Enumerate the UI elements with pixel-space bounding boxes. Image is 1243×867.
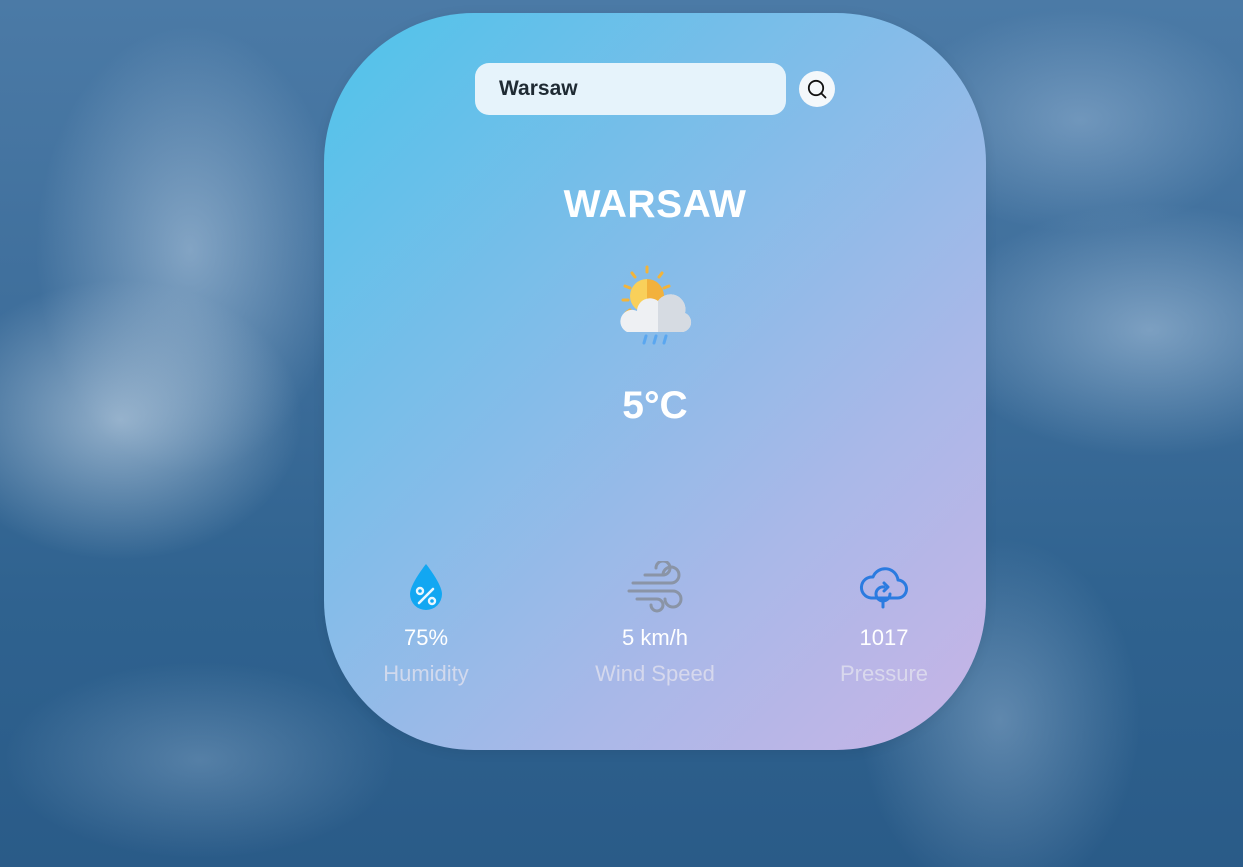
search-input[interactable]: [475, 63, 786, 115]
search-bar: [475, 63, 835, 115]
humidity-value: 75%: [403, 625, 449, 650]
humidity-drop-icon: [410, 564, 442, 610]
pressure-stat: 1017 Pressure: [784, 561, 984, 687]
weather-card: WARSAW 5°C: [324, 13, 986, 750]
city-name: WARSAW: [563, 183, 747, 226]
search-icon: [807, 79, 827, 99]
wind-value: 5 km/h: [621, 625, 689, 650]
wind-label: Wind Speed: [595, 661, 715, 686]
wind-icon: [627, 561, 683, 613]
pressure-cloud-icon: [859, 567, 908, 609]
search-button[interactable]: [799, 71, 835, 107]
partly-cloudy-rain-icon: [620, 265, 692, 345]
pressure-value: 1017: [859, 625, 909, 650]
pressure-label: Pressure: [839, 661, 929, 686]
wind-stat: 5 km/h Wind Speed: [555, 561, 755, 687]
humidity-label: Humidity: [383, 661, 469, 686]
temperature: 5°C: [622, 384, 688, 427]
humidity-stat: 75% Humidity: [326, 561, 526, 687]
